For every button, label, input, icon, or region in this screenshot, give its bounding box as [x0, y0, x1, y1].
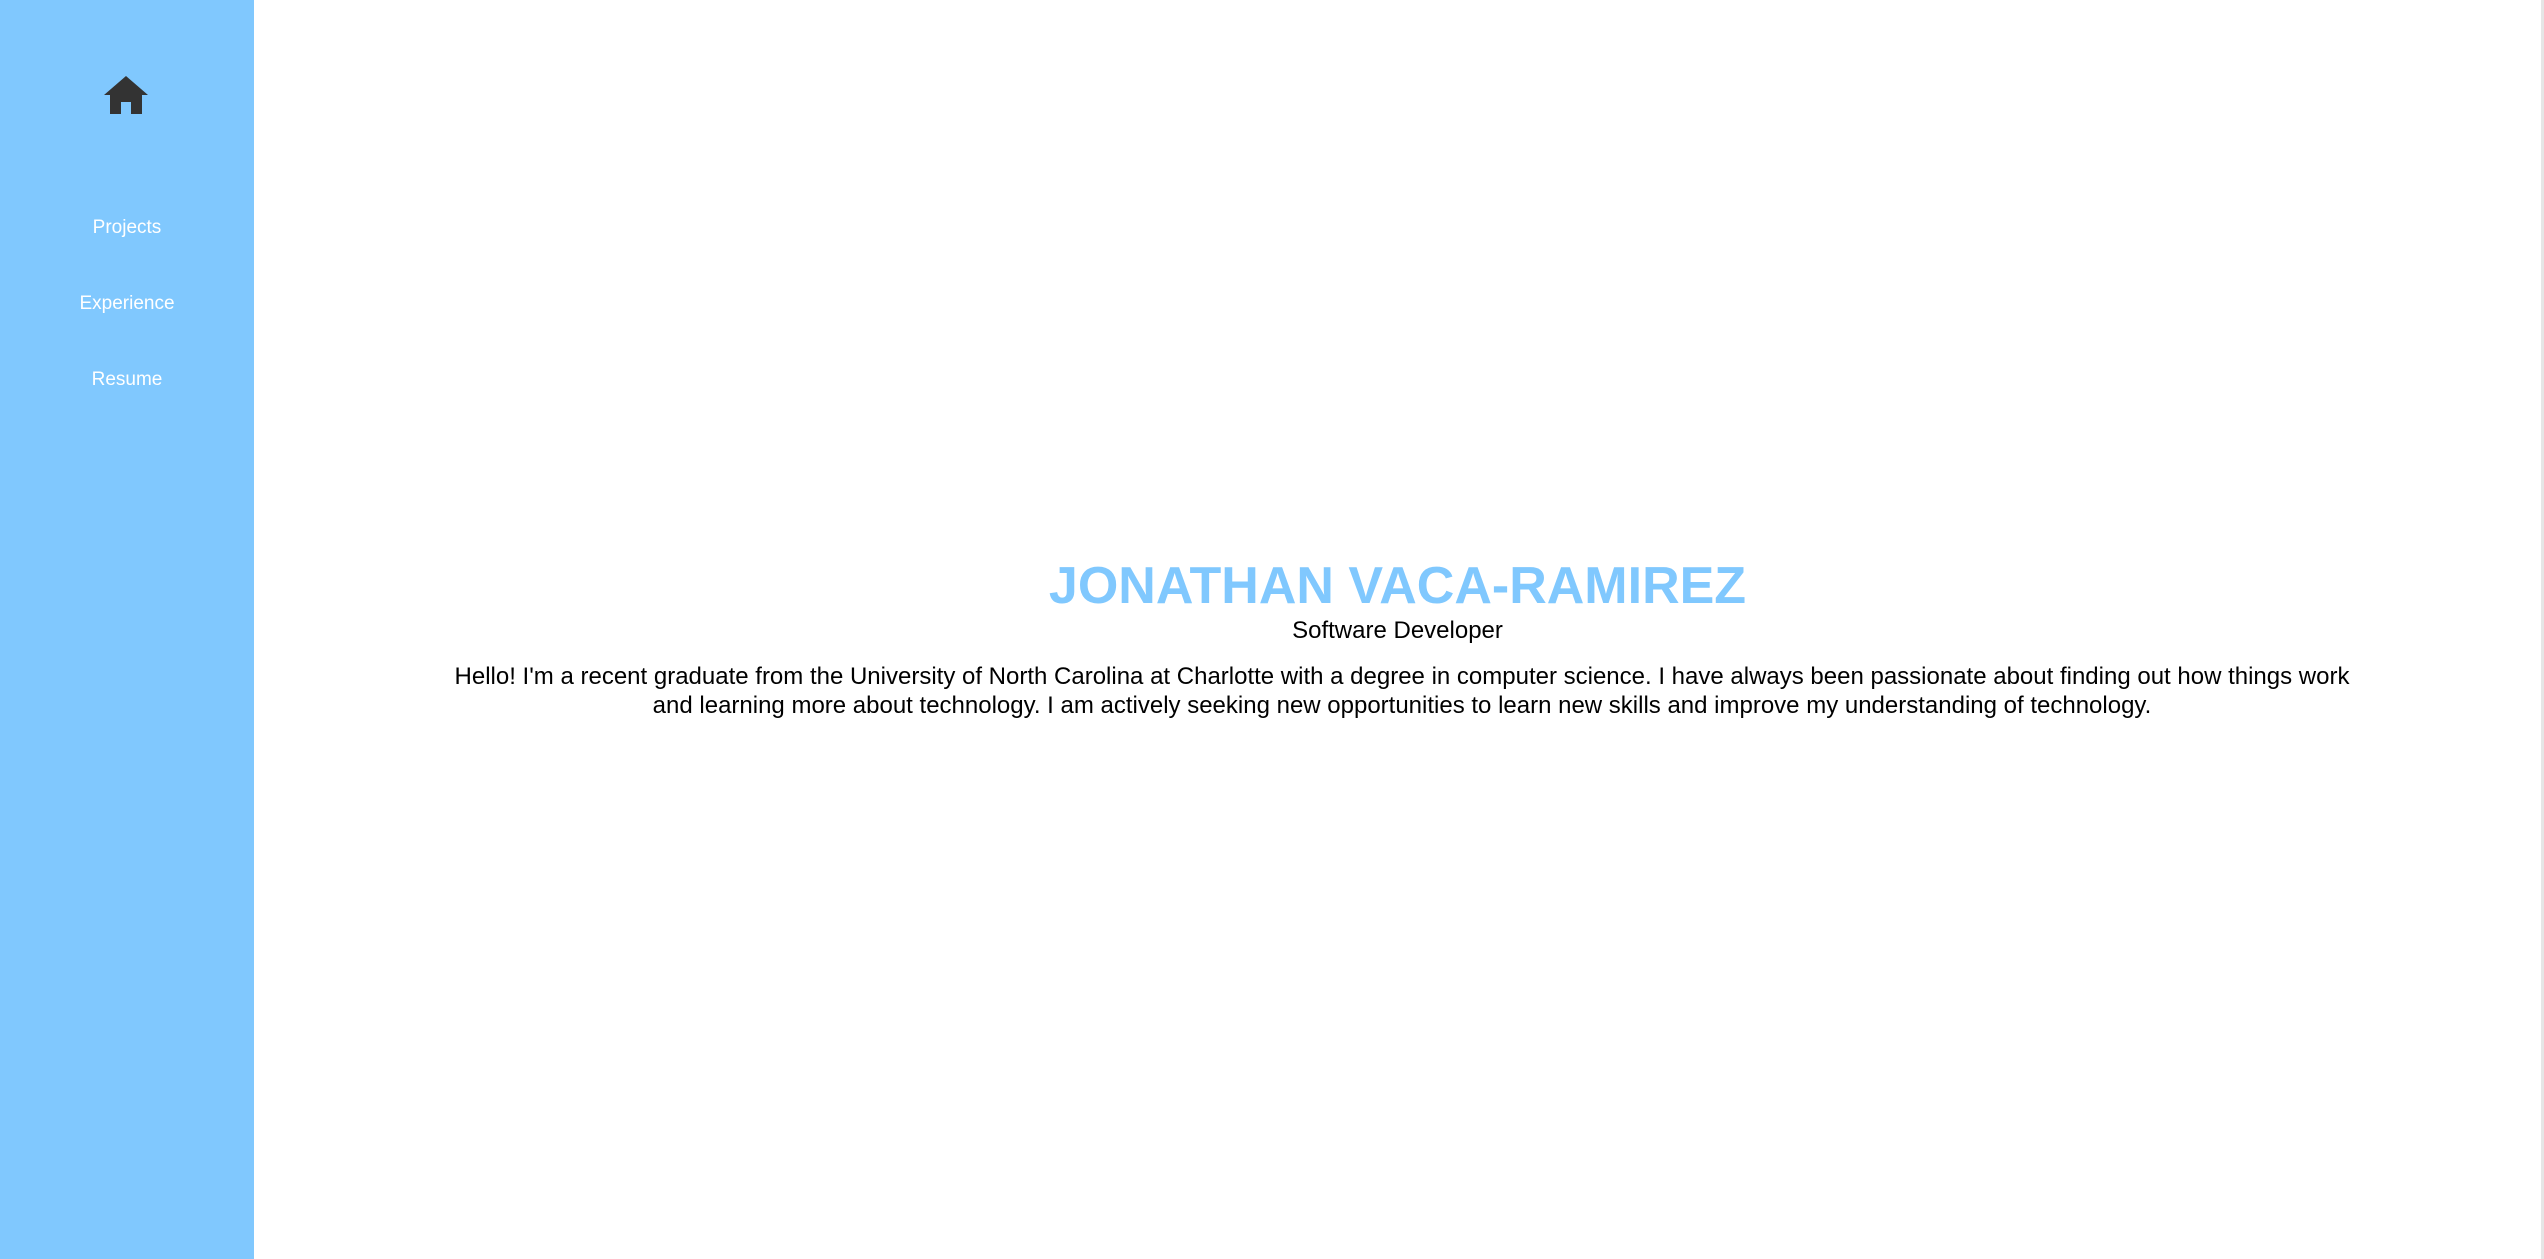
- sidebar-item-projects[interactable]: Projects: [0, 216, 254, 240]
- bio-text: Hello! I'm a recent graduate from the Un…: [454, 663, 2350, 719]
- job-title: Software Developer: [1292, 617, 1503, 644]
- page-title: JONATHAN VACA-RAMIREZ: [1048, 557, 1747, 615]
- sidebar: Projects Experience Resume: [0, 0, 254, 1259]
- sidebar-item-resume[interactable]: Resume: [0, 368, 254, 392]
- home-link[interactable]: [104, 76, 148, 114]
- home-icon: [104, 76, 148, 114]
- sidebar-item-experience[interactable]: Experience: [0, 292, 254, 316]
- main-content: JONATHAN VACA-RAMIREZ Software Developer…: [254, 0, 2541, 1259]
